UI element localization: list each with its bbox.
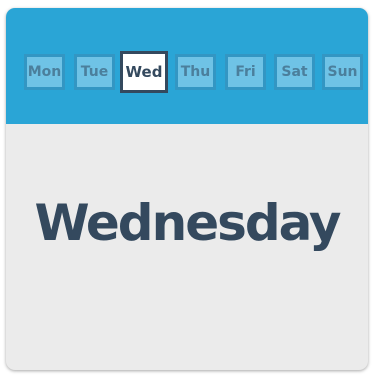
selected-day-title: Wednesday [34, 194, 342, 252]
day-picker-card: Mon Tue Wed Thu Fri Sat Sun Wednesday [6, 8, 368, 370]
tab-wed[interactable]: Wed [120, 51, 168, 93]
weekday-selector-bar: Mon Tue Wed Thu Fri Sat Sun [6, 8, 368, 124]
tab-sat[interactable]: Sat [274, 54, 315, 90]
tab-sun[interactable]: Sun [322, 54, 363, 90]
tab-thu[interactable]: Thu [175, 54, 216, 90]
tab-tue[interactable]: Tue [74, 54, 115, 90]
tab-fri[interactable]: Fri [225, 54, 266, 90]
tab-mon[interactable]: Mon [24, 54, 65, 90]
